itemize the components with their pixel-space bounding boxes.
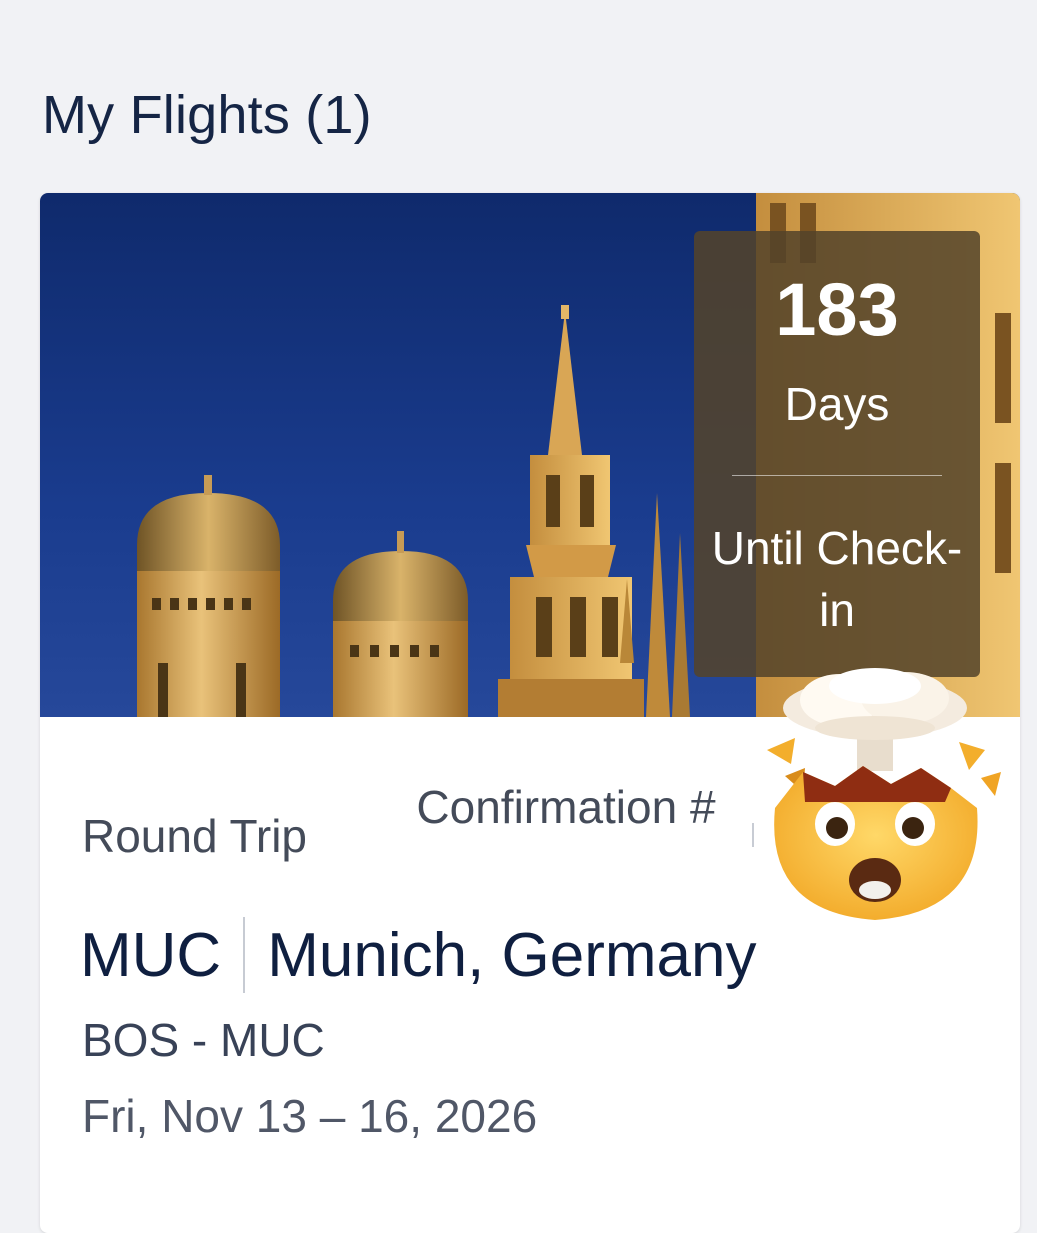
countdown-number: 183 [775, 268, 899, 351]
page-title: My Flights (1) [42, 85, 372, 145]
destination-code: MUC [80, 920, 222, 990]
countdown-label: Until Check-in [711, 522, 963, 636]
countdown-divider [732, 475, 942, 476]
route: BOS - MUC [82, 1014, 325, 1066]
destination-heading: MUC Munich, Germany [80, 915, 756, 995]
confirmation-label: Confirmation # [416, 781, 716, 833]
countdown-unit: Days [784, 378, 890, 430]
destination-city: Munich, Germany [267, 920, 757, 990]
exploding-head-emoji-icon [745, 668, 1005, 928]
travel-dates: Fri, Nov 13 – 16, 2026 [82, 1090, 538, 1142]
checkin-countdown: 183 Days Until Check-in [694, 231, 980, 677]
destination-divider [243, 917, 246, 993]
trip-type: Round Trip [82, 810, 308, 862]
